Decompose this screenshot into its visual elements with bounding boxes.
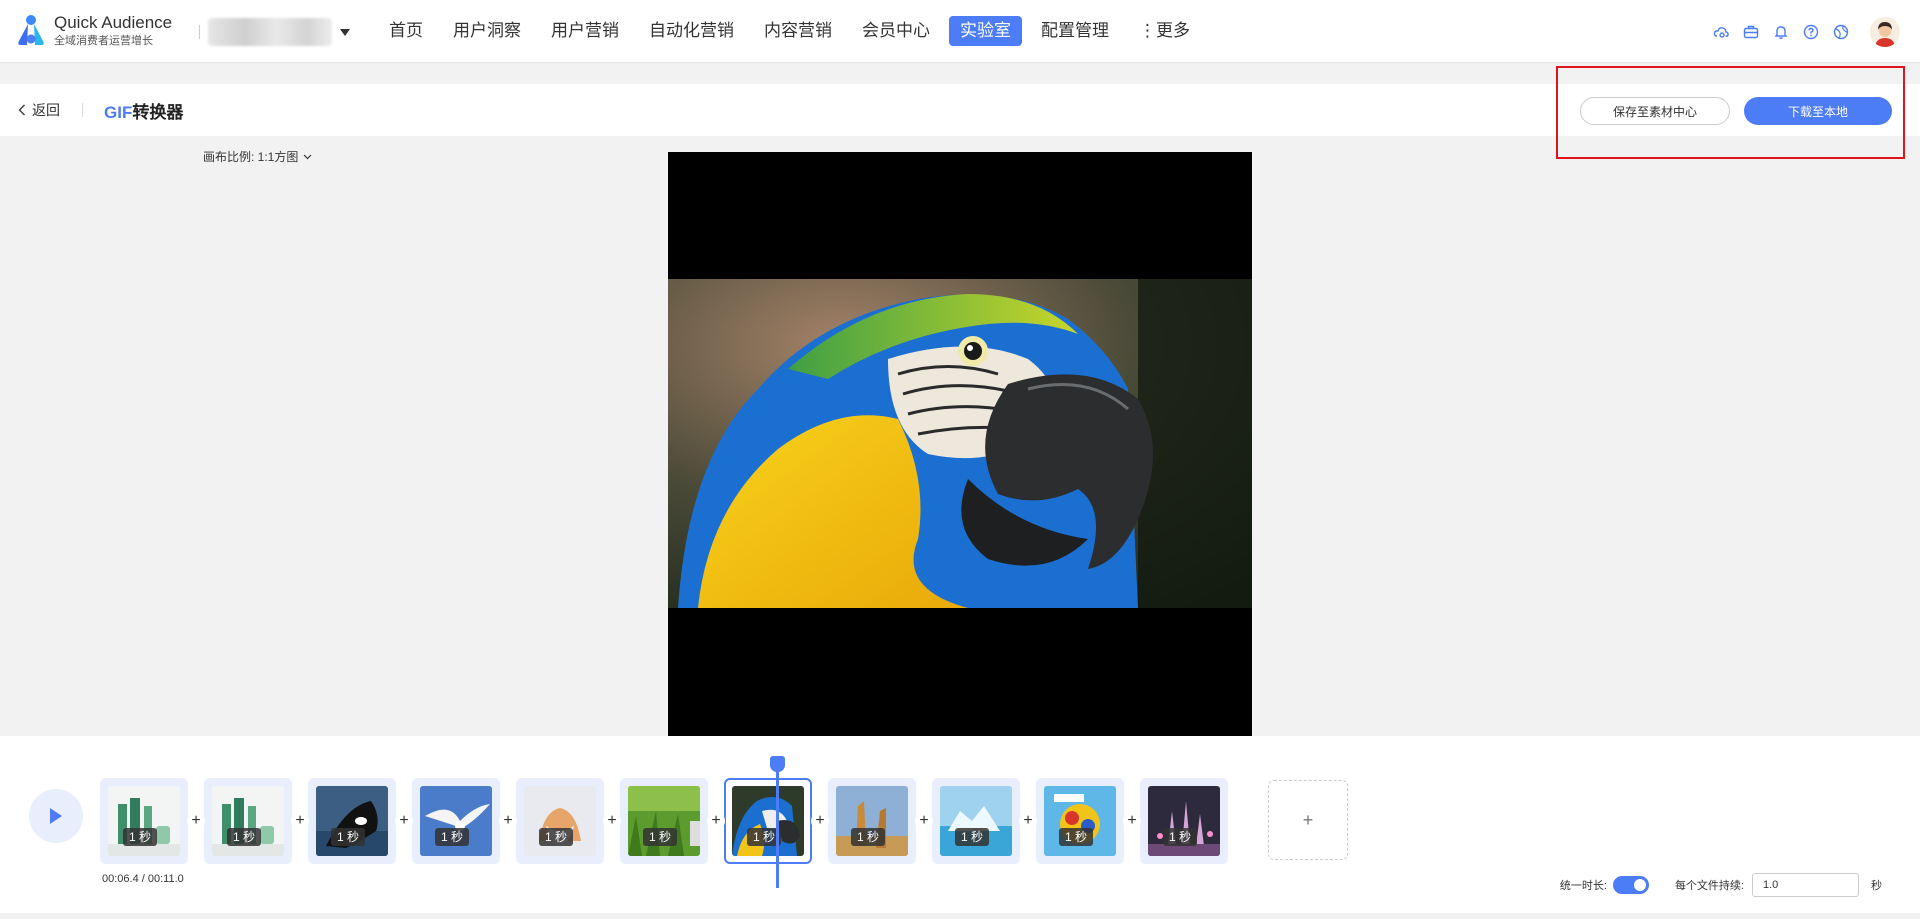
nav-item-7[interactable]: 配置管理 [1030,16,1120,46]
frame-thumbnail-parrot: 1 秒 [732,786,804,856]
play-button[interactable] [29,789,83,843]
bell-icon[interactable] [1772,23,1790,41]
quick-audience-logo [18,15,44,45]
frame-thumbnail-grass: 1 秒 [628,786,700,856]
insert-frame-button[interactable]: + [499,812,517,830]
frame-thumbnail-cartoon: 1 秒 [1044,786,1116,856]
annotation-highlight-box [1556,66,1905,159]
nav-item-0[interactable]: 首页 [378,16,434,46]
frame-duration-badge: 1 秒 [1059,828,1094,846]
main-menu: 首页 用户洞察 用户营销 自动化营销 内容营销 会员中心 实验室 配置管理 ⋮更多 [378,16,1209,46]
insert-frame-button[interactable]: + [1123,812,1141,830]
brand[interactable]: Quick Audience 全域消费者运营增长 [16,13,172,49]
playhead-line [776,756,779,888]
back-button[interactable]: 返回 [18,100,60,120]
frame-thumbnail-cosmetics: 1 秒 [108,786,180,856]
frame-duration-badge: 1 秒 [851,828,886,846]
nav-item-1[interactable]: 用户洞察 [442,16,532,46]
timeline-frame[interactable]: 1 秒 [100,778,188,864]
frame-duration-badge: 1 秒 [331,828,366,846]
frame-thumbnail-cosmetics: 1 秒 [212,786,284,856]
frame-thumbnail-seagull: 1 秒 [420,786,492,856]
top-icons [1712,17,1900,47]
help-icon[interactable] [1802,23,1820,41]
nav-item-2[interactable]: 用户营销 [540,16,630,46]
insert-frame-button[interactable]: + [915,812,933,830]
frame-duration-badge: 1 秒 [227,828,262,846]
duration-controls: 统一时长: 每个文件持续: 秒 [1560,873,1882,897]
insert-frame-button[interactable]: + [395,812,413,830]
timeline-frame[interactable]: 1 秒 [412,778,500,864]
header-divider [82,103,83,117]
chevron-left-icon [18,104,25,116]
per-file-duration-label: 每个文件持续: [1674,880,1744,892]
nav-item-8[interactable]: ⋮更多 [1128,16,1201,46]
timeline-panel: 1 秒 +1 秒 +1 秒 +1 秒 +1 秒 +1 秒 +1 秒 +1 秒 +1 秒 +1 秒 +… [0,736,1920,913]
workspace-selector[interactable] [208,18,350,46]
timeline-frame[interactable]: 1 秒 [620,778,708,864]
frame-duration-badge: 1 秒 [1163,828,1198,846]
nav-item-3[interactable]: 自动化营销 [638,16,745,46]
timeline-frame[interactable]: 1 秒 [932,778,1020,864]
page-title: GIF转换器 [104,98,183,123]
frame-duration-badge: 1 秒 [435,828,470,846]
frame-duration-badge: 1 秒 [123,828,158,846]
insert-frame-button[interactable]: + [811,812,829,830]
duration-unit: 秒 [1871,880,1882,892]
timeline-frame[interactable]: 1 秒 [308,778,396,864]
toolbox-icon[interactable] [1742,23,1760,41]
canvas-ratio-dropdown[interactable]: 画布比例: 1:1方图 [203,148,312,165]
insert-frame-button[interactable]: + [187,812,205,830]
caret-down-icon [340,28,350,36]
frame-duration-badge: 1 秒 [539,828,574,846]
chevron-down-icon [303,154,312,159]
frame-strip: 1 秒 +1 秒 +1 秒 +1 秒 +1 秒 +1 秒 +1 秒 +1 秒 +1 秒 +1 秒 +… [100,778,1228,864]
frame-duration-badge: 1 秒 [955,828,990,846]
back-label: 返回 [32,102,60,118]
frame-thumbnail-castle: 1 秒 [1148,786,1220,856]
top-nav: Quick Audience 全域消费者运营增长 首页 用户洞察 用户营销 自动化营销… [0,0,1920,63]
insert-frame-button[interactable]: + [603,812,621,830]
per-file-duration-input[interactable] [1752,873,1859,897]
page-title-rest: 转换器 [132,103,184,122]
nav-item-4[interactable]: 内容营销 [753,16,843,46]
brand-tagline: 全域消费者运营增长 [54,35,153,47]
brand-name: Quick Audience [54,13,173,32]
timeline-frame[interactable]: 1 秒 [1036,778,1124,864]
canvas-ratio-label: 画布比例: 1:1方图 [203,150,299,164]
timecode: 00:06.4 / 00:11.0 [102,873,184,885]
nav-item-5[interactable]: 会员中心 [851,16,941,46]
insert-frame-button[interactable]: + [291,812,309,830]
page-title-highlight: GIF [104,103,133,122]
frame-thumbnail-iceberg: 1 秒 [940,786,1012,856]
frame-duration-badge: 1 秒 [643,828,678,846]
add-frame-button[interactable]: + [1268,780,1348,860]
timeline-frame[interactable]: 1 秒 [724,778,812,864]
gif-preview-canvas [668,152,1252,736]
user-avatar[interactable] [1870,17,1900,47]
insert-frame-button[interactable]: + [1019,812,1037,830]
frame-thumbnail-fox: 1 秒 [524,786,596,856]
frame-thumbnail-giraffes: 1 秒 [836,786,908,856]
timeline-frame[interactable]: 1 秒 [204,778,292,864]
uniform-duration-label: 统一时长: [1559,880,1607,892]
uniform-duration-toggle[interactable] [1612,876,1649,894]
nav-divider [199,25,200,39]
timeline-frame[interactable]: 1 秒 [828,778,916,864]
playhead-handle[interactable] [770,756,785,772]
timeline-frame[interactable]: 1 秒 [1140,778,1228,864]
timeline-frame[interactable]: 1 秒 [516,778,604,864]
preview-image-parrot [668,279,1252,608]
nav-item-6[interactable]: 实验室 [949,16,1022,46]
workspace-name-redacted [208,18,332,46]
insert-frame-button[interactable]: + [707,812,725,830]
play-icon [50,808,62,824]
frame-thumbnail-orca: 1 秒 [316,786,388,856]
globe-icon[interactable] [1832,23,1850,41]
cloud-settings-icon[interactable] [1712,23,1730,41]
